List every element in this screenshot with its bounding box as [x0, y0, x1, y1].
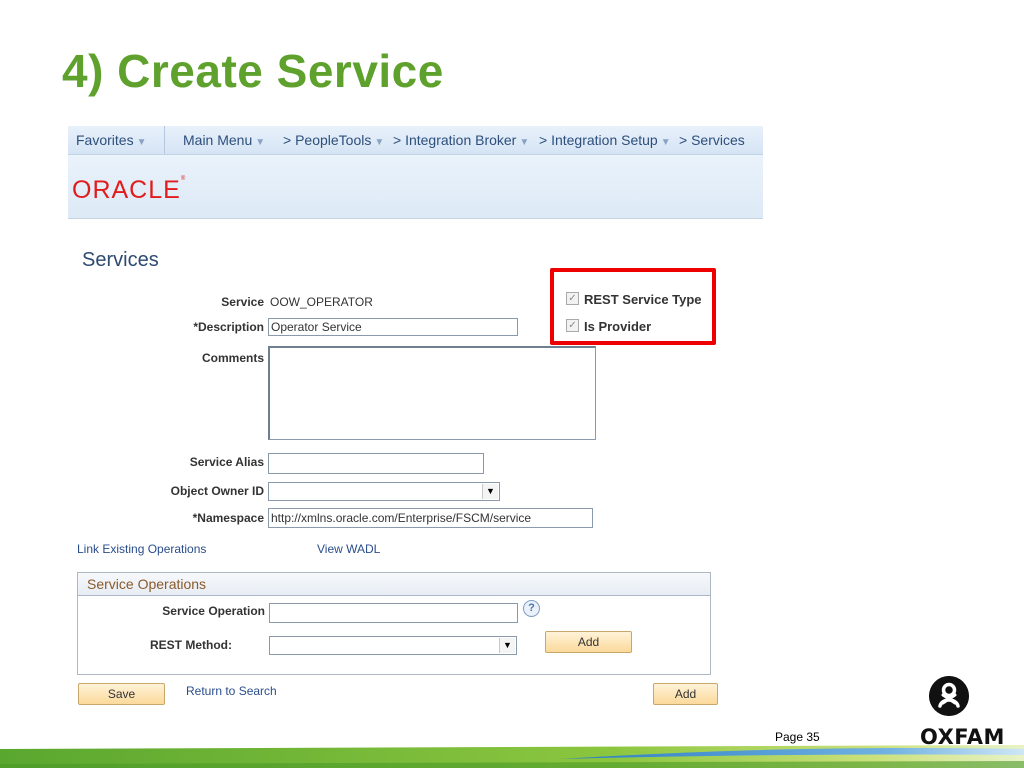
is-provider-checkbox[interactable]: ✓	[566, 319, 579, 333]
is-provider-label: Is Provider	[584, 319, 652, 334]
rest-method-select[interactable]: ▼	[269, 636, 517, 655]
link-existing-operations[interactable]: Link Existing Operations	[77, 542, 206, 556]
chevron-down-icon: ▼	[136, 137, 147, 148]
service-operations-header: Service Operations	[78, 573, 710, 596]
chevron-down-icon: ▼	[660, 137, 671, 148]
return-to-search-link[interactable]: Return to Search	[186, 684, 277, 698]
nav-main-menu[interactable]: Main Menu ▼	[183, 132, 265, 148]
dropdown-arrow-icon: ▼	[482, 484, 498, 499]
nav-integration-setup-label: > Integration Setup	[539, 132, 658, 148]
trademark-icon: ®	[180, 176, 187, 182]
namespace-field[interactable]	[268, 508, 593, 528]
is-provider-row[interactable]: ✓ Is Provider	[566, 319, 651, 334]
object-owner-label: Object Owner ID	[170, 484, 264, 498]
object-owner-select[interactable]: ▼	[268, 482, 500, 501]
chevron-down-icon: ▼	[255, 137, 266, 148]
nav-integration-broker-label: > Integration Broker	[393, 132, 517, 148]
add-button[interactable]: Add	[653, 683, 718, 705]
nav-divider	[164, 126, 165, 154]
description-field[interactable]	[268, 318, 518, 336]
oracle-logo-text: ORACLE	[72, 176, 181, 204]
view-wadl-link[interactable]: View WADL	[317, 542, 380, 556]
service-alias-label: Service Alias	[189, 455, 264, 469]
page-number: Page 35	[775, 730, 820, 744]
service-value: OOW_OPERATOR	[270, 295, 373, 309]
rest-service-type-checkbox[interactable]: ✓	[566, 292, 579, 306]
nav-services[interactable]: > Services	[679, 132, 745, 148]
page-heading: Services	[82, 249, 159, 271]
comments-field[interactable]	[268, 346, 596, 440]
nav-peopletools[interactable]: > PeopleTools ▼	[283, 132, 384, 148]
nav-favorites[interactable]: Favorites ▼	[76, 132, 146, 148]
slide-title: 4) Create Service	[62, 45, 444, 97]
breadcrumb: Favorites ▼ Main Menu ▼ > PeopleTools ▼ > I…	[68, 126, 763, 155]
service-label: Service	[221, 295, 264, 309]
comments-label: Comments	[201, 351, 264, 365]
chevron-down-icon: ▼	[374, 137, 385, 148]
app-header: Favorites ▼ Main Menu ▼ > PeopleTools ▼ > I…	[68, 126, 763, 219]
chevron-down-icon: ▼	[519, 137, 530, 148]
description-label: *Description	[193, 320, 264, 334]
nav-peopletools-label: > PeopleTools	[283, 132, 372, 148]
oxfam-logo-icon	[929, 676, 969, 716]
service-operation-field[interactable]	[269, 603, 518, 623]
nav-main-menu-label: Main Menu	[183, 132, 253, 148]
namespace-label: *Namespace	[192, 511, 264, 525]
oxfam-logo-text: OXFAM	[920, 725, 1005, 749]
save-button[interactable]: Save	[78, 683, 165, 705]
add-operation-button[interactable]: Add	[545, 631, 632, 653]
rest-method-label: REST Method:	[150, 638, 232, 652]
nav-integration-broker[interactable]: > Integration Broker ▼	[393, 132, 529, 148]
dropdown-arrow-icon: ▼	[499, 638, 515, 653]
footer-band	[0, 745, 1024, 768]
service-operations-group: Service Operations	[77, 572, 711, 675]
oracle-logo: ORACLE®	[72, 176, 186, 205]
service-alias-field[interactable]	[268, 453, 484, 474]
help-icon[interactable]: ?	[523, 600, 540, 617]
nav-integration-setup[interactable]: > Integration Setup ▼	[539, 132, 671, 148]
rest-service-type-label: REST Service Type	[584, 292, 702, 307]
service-operation-label: Service Operation	[162, 604, 265, 618]
nav-favorites-label: Favorites	[76, 132, 134, 148]
rest-service-type-row[interactable]: ✓ REST Service Type	[566, 292, 702, 307]
